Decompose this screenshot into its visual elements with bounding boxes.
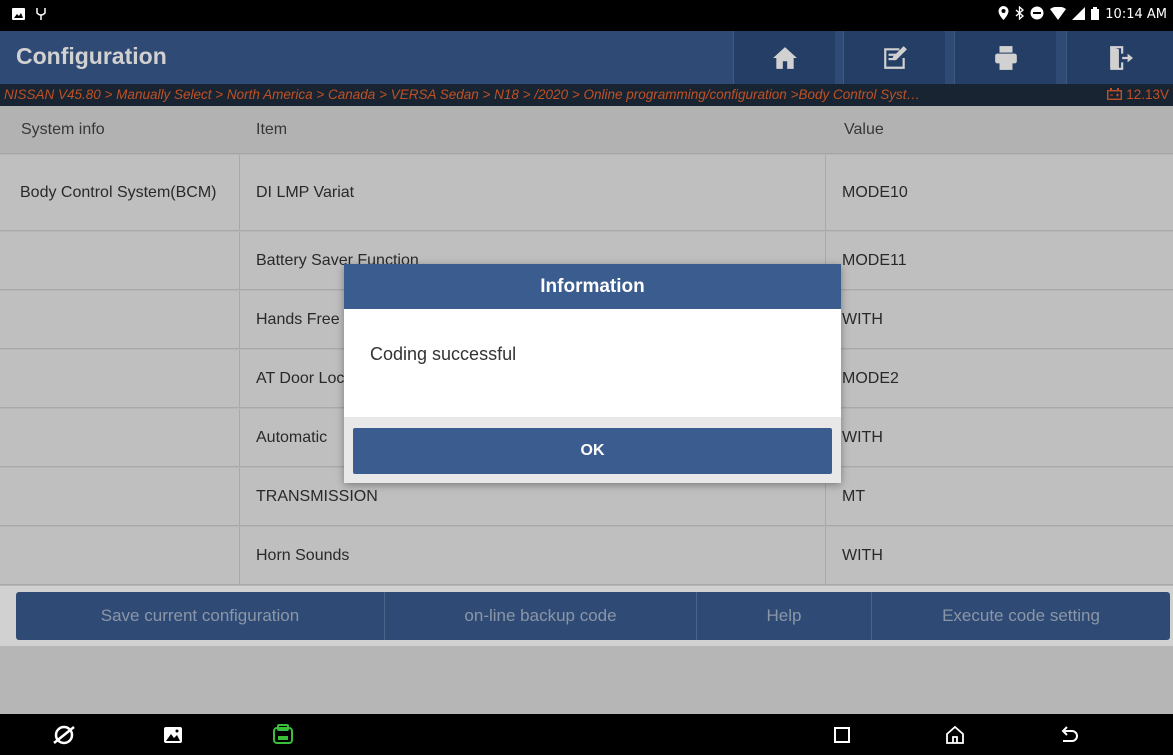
vci-icon[interactable] xyxy=(271,723,295,747)
signal-icon xyxy=(1072,6,1086,23)
bluetooth-icon xyxy=(1015,5,1025,23)
recent-apps-icon[interactable] xyxy=(830,723,854,747)
browser-icon[interactable] xyxy=(52,723,76,747)
usb-debug-icon xyxy=(35,7,47,23)
status-bar: 10:14 AM xyxy=(0,0,1173,31)
image-notification-icon xyxy=(12,7,25,23)
dialog-title: Information xyxy=(344,264,841,309)
dialog-message: Coding successful xyxy=(370,344,517,364)
home-nav-icon[interactable] xyxy=(943,723,967,747)
battery-icon xyxy=(1091,6,1100,23)
information-dialog: Information Coding successful OK xyxy=(344,264,841,483)
dnd-icon xyxy=(1030,6,1044,23)
gallery-icon[interactable] xyxy=(161,723,185,747)
status-time: 10:14 AM xyxy=(1105,7,1167,22)
back-icon[interactable] xyxy=(1057,723,1081,747)
location-icon xyxy=(998,6,1009,23)
dialog-footer: OK xyxy=(344,417,841,483)
ok-button[interactable]: OK xyxy=(353,428,832,474)
navigation-bar xyxy=(0,714,1173,755)
wifi-icon xyxy=(1050,6,1067,23)
